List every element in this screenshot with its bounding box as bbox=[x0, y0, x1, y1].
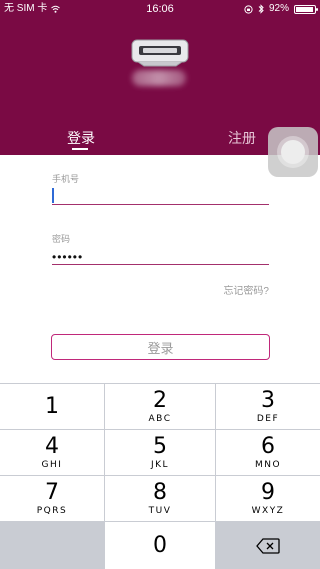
password-input[interactable]: •••••• bbox=[52, 251, 83, 263]
backspace-icon bbox=[256, 537, 280, 554]
key-number: 3 bbox=[261, 387, 275, 413]
key-letters: ABC bbox=[148, 413, 172, 424]
key-5[interactable]: 5 JKL bbox=[105, 430, 215, 475]
phone-input[interactable] bbox=[52, 204, 269, 205]
login-button[interactable]: 登录 bbox=[51, 334, 270, 360]
key-1[interactable]: 1 bbox=[0, 384, 104, 429]
key-number: 4 bbox=[45, 433, 59, 459]
app-logo bbox=[131, 39, 189, 67]
key-letters: TUV bbox=[148, 505, 172, 516]
tab-active-indicator bbox=[72, 148, 88, 150]
delete-key[interactable] bbox=[216, 522, 320, 569]
password-underline bbox=[52, 264, 269, 265]
key-letters: WXYZ bbox=[251, 505, 285, 516]
text-caret bbox=[52, 188, 54, 203]
orientation-lock-icon bbox=[244, 4, 253, 14]
key-8[interactable]: 8 TUV bbox=[105, 476, 215, 521]
key-4[interactable]: 4 GHI bbox=[0, 430, 104, 475]
tab-login[interactable]: 登录 bbox=[67, 128, 95, 148]
status-right: 92% bbox=[244, 0, 318, 18]
phone-field-label: 手机号 bbox=[52, 174, 80, 184]
assistive-touch-icon bbox=[281, 140, 305, 164]
tab-register[interactable]: 注册 bbox=[228, 128, 256, 148]
key-letters: DEF bbox=[256, 413, 280, 424]
key-9[interactable]: 9 WXYZ bbox=[216, 476, 320, 521]
key-letters: JKL bbox=[150, 459, 170, 470]
key-number: 0 bbox=[153, 532, 167, 558]
password-field-label: 密码 bbox=[52, 234, 71, 244]
key-blank bbox=[0, 522, 104, 569]
key-number: 5 bbox=[153, 433, 167, 459]
assistive-touch-button[interactable] bbox=[268, 127, 318, 177]
forgot-password-link[interactable]: 忘记密码? bbox=[200, 282, 269, 297]
key-number: 7 bbox=[45, 479, 59, 505]
status-bar: 无 SIM 卡 16:06 92% bbox=[0, 0, 320, 18]
bluetooth-icon bbox=[258, 4, 264, 14]
key-number: 1 bbox=[45, 393, 59, 419]
key-number: 2 bbox=[153, 387, 167, 413]
battery-icon bbox=[294, 5, 318, 14]
key-number: 9 bbox=[261, 479, 275, 505]
key-6[interactable]: 6 MNO bbox=[216, 430, 320, 475]
key-2[interactable]: 2 ABC bbox=[105, 384, 215, 429]
brand-name-blurred bbox=[132, 70, 186, 86]
battery-fill bbox=[296, 7, 313, 12]
key-number: 8 bbox=[153, 479, 167, 505]
battery-percent: 92% bbox=[268, 3, 289, 14]
key-number: 6 bbox=[261, 433, 275, 459]
key-letters: PQRS bbox=[36, 505, 68, 516]
key-letters: GHI bbox=[41, 459, 63, 470]
key-7[interactable]: 7 PQRS bbox=[0, 476, 104, 521]
key-3[interactable]: 3 DEF bbox=[216, 384, 320, 429]
key-letters: MNO bbox=[254, 459, 282, 470]
key-0[interactable]: 0 bbox=[105, 522, 215, 569]
